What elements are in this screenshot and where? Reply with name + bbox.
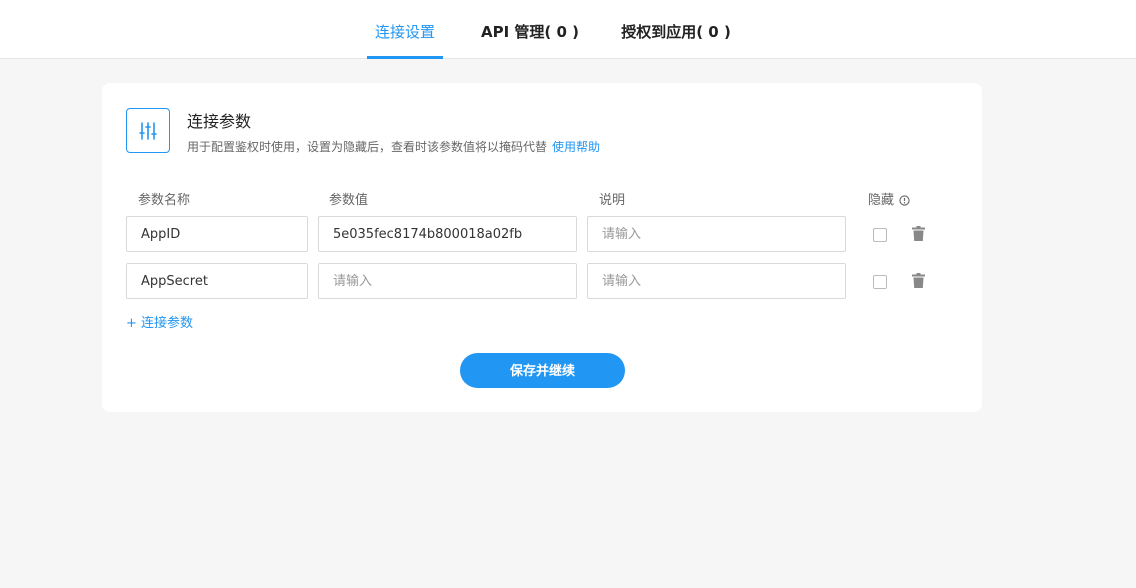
column-header-value: 参数值 — [329, 193, 369, 208]
trash-icon[interactable] — [912, 273, 925, 292]
trash-icon[interactable] — [912, 226, 925, 245]
column-header-note: 说明 — [599, 193, 626, 208]
param-name-input[interactable] — [126, 216, 308, 252]
column-header-hidden: 隐藏 — [868, 189, 910, 210]
hidden-label: 隐藏 — [868, 193, 895, 208]
param-value-input[interactable] — [318, 263, 577, 299]
add-connection-param-link[interactable]: + 连接参数 — [126, 312, 193, 331]
description-text: 用于配置鉴权时使用，设置为隐藏后，查看时该参数值将以掩码代替 — [187, 140, 548, 154]
top-tab-bar: 连接设置 API 管理( 0 ) 授权到应用( 0 ) — [0, 0, 1136, 59]
column-header-name: 参数名称 — [138, 193, 191, 208]
hidden-checkbox[interactable] — [873, 275, 887, 289]
param-name-input[interactable] — [126, 263, 308, 299]
section-description: 用于配置鉴权时使用，设置为隐藏后，查看时该参数值将以掩码代替 使用帮助 — [187, 138, 600, 155]
tab-connection-settings[interactable]: 连接设置 — [367, 0, 443, 59]
param-value-input[interactable] — [318, 216, 577, 252]
tab-authorize-to-app[interactable]: 授权到应用( 0 ) — [617, 0, 735, 59]
help-link[interactable]: 使用帮助 — [552, 140, 600, 154]
save-and-continue-button[interactable]: 保存并继续 — [460, 353, 625, 388]
section-title: 连接参数 — [187, 112, 252, 131]
param-note-input[interactable] — [587, 263, 846, 299]
hidden-checkbox[interactable] — [873, 228, 887, 242]
tab-api-management[interactable]: API 管理( 0 ) — [480, 0, 580, 59]
param-note-input[interactable] — [587, 216, 846, 252]
info-icon[interactable] — [899, 195, 910, 210]
connection-params-card: 连接参数 用于配置鉴权时使用，设置为隐藏后，查看时该参数值将以掩码代替 使用帮助 … — [102, 83, 982, 412]
sliders-icon — [126, 108, 170, 153]
